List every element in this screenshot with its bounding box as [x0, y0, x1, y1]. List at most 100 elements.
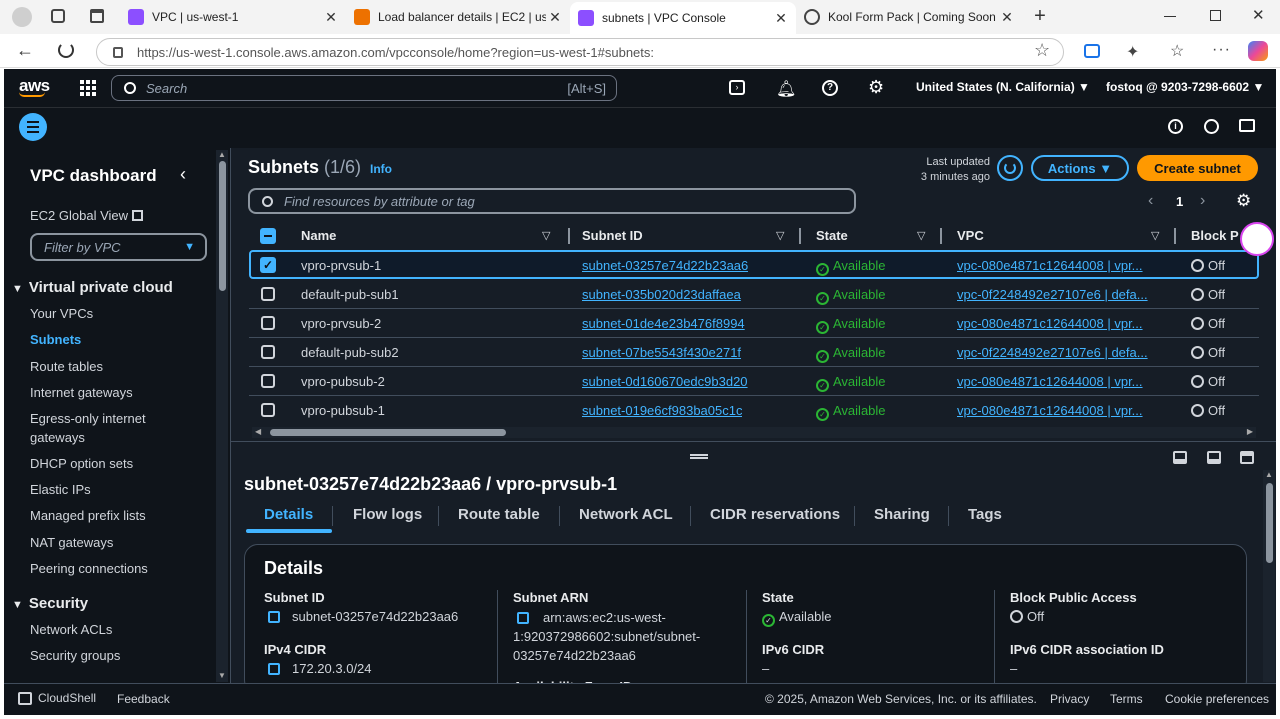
more-options-icon[interactable]: ··· — [1212, 41, 1231, 59]
global-search-input[interactable]: Search [Alt+S] — [111, 75, 617, 101]
vpc-link[interactable]: vpc-0f2248492e27107e6 | defa... — [957, 345, 1167, 360]
sidebar-scrollbar[interactable]: ▲ ▼ — [216, 150, 228, 682]
page-number[interactable]: 1 — [1176, 194, 1183, 209]
row-checkbox[interactable] — [261, 374, 275, 388]
section-virtual-private-cloud[interactable]: ▼ Virtual private cloud — [12, 279, 173, 296]
sidebar-item-egress-only[interactable]: Egress-only internet — [30, 411, 146, 426]
create-subnet-button[interactable]: Create subnet — [1137, 155, 1258, 181]
table-preferences-gear-icon[interactable]: ⚙ — [1236, 191, 1251, 211]
scroll-left-icon[interactable]: ◀ — [255, 427, 261, 436]
vpc-link[interactable]: vpc-080e4871c12644008 | vpr... — [957, 374, 1167, 389]
actions-button[interactable]: Actions ▼ — [1031, 155, 1129, 181]
copy-icon[interactable] — [517, 611, 529, 624]
tab-details[interactable]: Details — [264, 506, 313, 523]
copy-icon[interactable] — [268, 662, 280, 675]
column-header-vpc[interactable]: VPC — [957, 228, 984, 246]
vpc-link[interactable]: vpc-080e4871c12644008 | vpr... — [957, 403, 1167, 418]
tab-route-table[interactable]: Route table — [458, 506, 540, 523]
panel-hide-icon[interactable] — [1240, 451, 1254, 464]
scroll-up-icon[interactable]: ▲ — [216, 150, 228, 159]
column-header-subnet-id[interactable]: Subnet ID — [582, 228, 643, 246]
history-icon[interactable] — [1204, 119, 1219, 134]
collapse-sidebar-icon[interactable]: ‹ — [180, 164, 186, 185]
row-checkbox[interactable] — [261, 403, 275, 417]
tab-actions-icon[interactable] — [90, 9, 104, 23]
tab-cidr-reservations[interactable]: CIDR reservations — [710, 506, 840, 523]
feedback-screen-icon[interactable] — [1239, 119, 1255, 132]
select-all-checkbox[interactable] — [260, 228, 276, 244]
sidebar-item-dhcp[interactable]: DHCP option sets — [30, 456, 133, 471]
scroll-right-icon[interactable]: ▶ — [1247, 427, 1253, 436]
cloudshell-icon[interactable]: › — [729, 80, 745, 95]
column-header-block-public[interactable]: Block P — [1191, 228, 1239, 246]
panel-side-icon[interactable] — [1207, 451, 1221, 464]
close-tab-icon[interactable]: ✕ — [322, 9, 340, 26]
back-button[interactable]: ← — [16, 40, 34, 61]
row-checkbox-checked[interactable]: ✓ — [260, 257, 276, 273]
cookie-preferences-link[interactable]: Cookie preferences — [1165, 692, 1269, 706]
column-divider[interactable] — [799, 228, 801, 244]
column-header-name[interactable]: Name — [301, 228, 336, 246]
drag-handle-icon[interactable] — [690, 454, 708, 459]
column-divider[interactable] — [1174, 228, 1176, 244]
tab-network-acl[interactable]: Network ACL — [579, 506, 673, 523]
sort-caret-icon[interactable]: ▽ — [1151, 229, 1159, 242]
notifications-bell-icon[interactable]: 🔔︎ — [776, 79, 796, 99]
support-chat-icon[interactable] — [1240, 222, 1274, 256]
sidebar-item-egress-only-cont[interactable]: gateways — [30, 430, 85, 445]
settings-gear-icon[interactable]: ⚙ — [868, 77, 884, 98]
services-grid-icon[interactable] — [80, 80, 96, 96]
sidebar-scroll-thumb[interactable] — [218, 161, 226, 291]
vpc-filter-select[interactable]: Filter by VPC ▼ — [30, 233, 207, 261]
browser-tab-ec2[interactable]: Load balancer details | EC2 | us-w ✕ — [346, 3, 570, 31]
copilot-icon[interactable] — [1248, 41, 1268, 61]
sidebar-item-internet-gateways[interactable]: Internet gateways — [30, 385, 133, 400]
account-menu[interactable]: fostoq @ 9203-7298-6602 ▼ — [1106, 80, 1264, 94]
next-page-icon[interactable]: › — [1200, 192, 1205, 210]
favorites-icon[interactable]: ☆ — [1170, 41, 1184, 61]
close-tab-icon[interactable]: ✕ — [546, 9, 564, 26]
close-tab-icon[interactable]: ✕ — [998, 9, 1016, 26]
browser-tab-vpc[interactable]: VPC | us-west-1 ✕ — [120, 3, 346, 31]
close-tab-icon[interactable]: ✕ — [772, 10, 790, 27]
tab-tags[interactable]: Tags — [968, 506, 1002, 523]
row-checkbox[interactable] — [261, 316, 275, 330]
subnet-id-link[interactable]: subnet-03257e74d22b23aa6 — [582, 258, 748, 273]
tab-sharing[interactable]: Sharing — [874, 506, 930, 523]
sidebar-item-nat-gateways[interactable]: NAT gateways — [30, 535, 113, 550]
subnet-id-link[interactable]: subnet-0d160670edc9b3d20 — [582, 374, 748, 389]
close-window-button[interactable]: ✕ — [1252, 6, 1265, 24]
new-tab-button[interactable]: + — [1030, 5, 1050, 27]
terms-link[interactable]: Terms — [1110, 692, 1143, 706]
subnet-id-link[interactable]: subnet-07be5543f430e271f — [582, 345, 741, 360]
extensions-icon[interactable]: ✦ — [1126, 42, 1139, 62]
sidebar-item-peering[interactable]: Peering connections — [30, 561, 148, 576]
ec2-global-view-link[interactable]: EC2 Global View — [30, 208, 144, 223]
scroll-up-icon[interactable]: ▲ — [1263, 470, 1275, 479]
info-circle-icon[interactable]: i — [1168, 119, 1183, 134]
sort-caret-icon[interactable]: ▽ — [776, 229, 784, 242]
info-link[interactable]: Info — [370, 162, 392, 176]
section-security[interactable]: ▼ Security — [12, 595, 88, 612]
details-scrollbar[interactable]: ▲ — [1263, 470, 1275, 682]
split-screen-icon[interactable] — [1084, 44, 1100, 58]
scroll-down-icon[interactable]: ▼ — [216, 671, 228, 680]
region-selector[interactable]: United States (N. California) ▼ — [916, 80, 1090, 94]
table-horizontal-scrollbar[interactable]: ◀ ▶ — [252, 427, 1256, 438]
sort-caret-icon[interactable]: ▽ — [542, 229, 550, 242]
sidebar-item-subnets[interactable]: Subnets — [30, 332, 81, 347]
sidebar-item-network-acls[interactable]: Network ACLs — [30, 622, 112, 637]
column-header-state[interactable]: State — [816, 228, 848, 246]
subnet-id-link[interactable]: subnet-035b020d23daffaea — [582, 287, 741, 302]
aws-logo[interactable]: aws — [19, 76, 50, 97]
sidebar-item-your-vpcs[interactable]: Your VPCs — [30, 306, 93, 321]
vpc-link[interactable]: vpc-080e4871c12644008 | vpr... — [957, 316, 1167, 331]
panel-bottom-icon[interactable] — [1173, 451, 1187, 464]
url-bar[interactable]: https://us-west-1.console.aws.amazon.com… — [96, 38, 1064, 66]
menu-toggle-button[interactable] — [19, 113, 47, 141]
profile-icon[interactable] — [12, 7, 32, 27]
refresh-icon[interactable] — [58, 42, 74, 58]
previous-page-icon[interactable]: ‹ — [1148, 192, 1153, 210]
help-icon[interactable]: ? — [822, 80, 838, 96]
sidebar-title[interactable]: VPC dashboard — [30, 166, 157, 186]
